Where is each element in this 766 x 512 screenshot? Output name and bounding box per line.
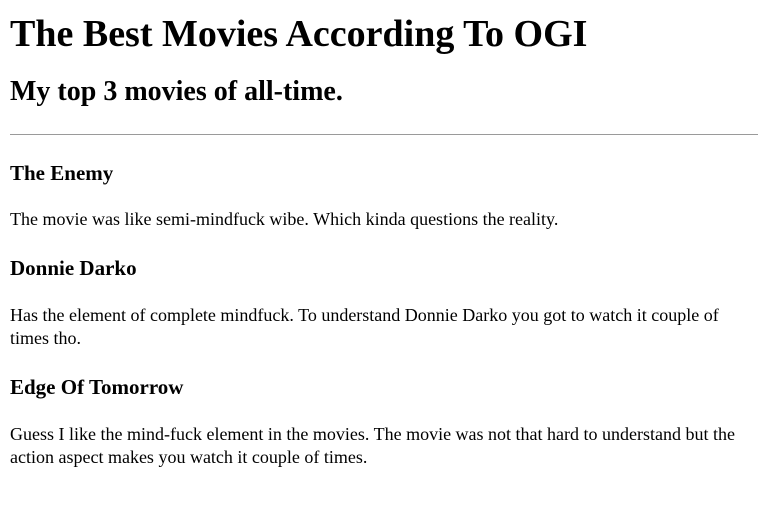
movie-description: Has the element of complete mindfuck. To… <box>10 305 719 348</box>
movie-entry-donnie-darko: Donnie Darko Has the element of complete… <box>10 256 758 350</box>
page-title: The Best Movies According To OGI <box>10 13 588 55</box>
divider <box>10 134 758 135</box>
movie-description: Guess I like the mind-fuck element in th… <box>10 424 736 467</box>
page-content: The Best Movies According To OGI My top … <box>0 12 766 469</box>
movie-entry-edge-of-tomorrow: Edge Of Tomorrow Guess I like the mind-f… <box>10 375 758 469</box>
movie-entry-the-enemy: The Enemy The movie was like semi-mindfu… <box>10 161 758 231</box>
movie-title: The Enemy <box>10 161 114 185</box>
movie-title: Edge Of Tomorrow <box>10 375 184 399</box>
page-subtitle: My top 3 movies of all-time. <box>10 76 343 107</box>
movie-title: Donnie Darko <box>10 256 137 280</box>
movie-description: The movie was like semi-mindfuck wibe. W… <box>10 209 559 229</box>
